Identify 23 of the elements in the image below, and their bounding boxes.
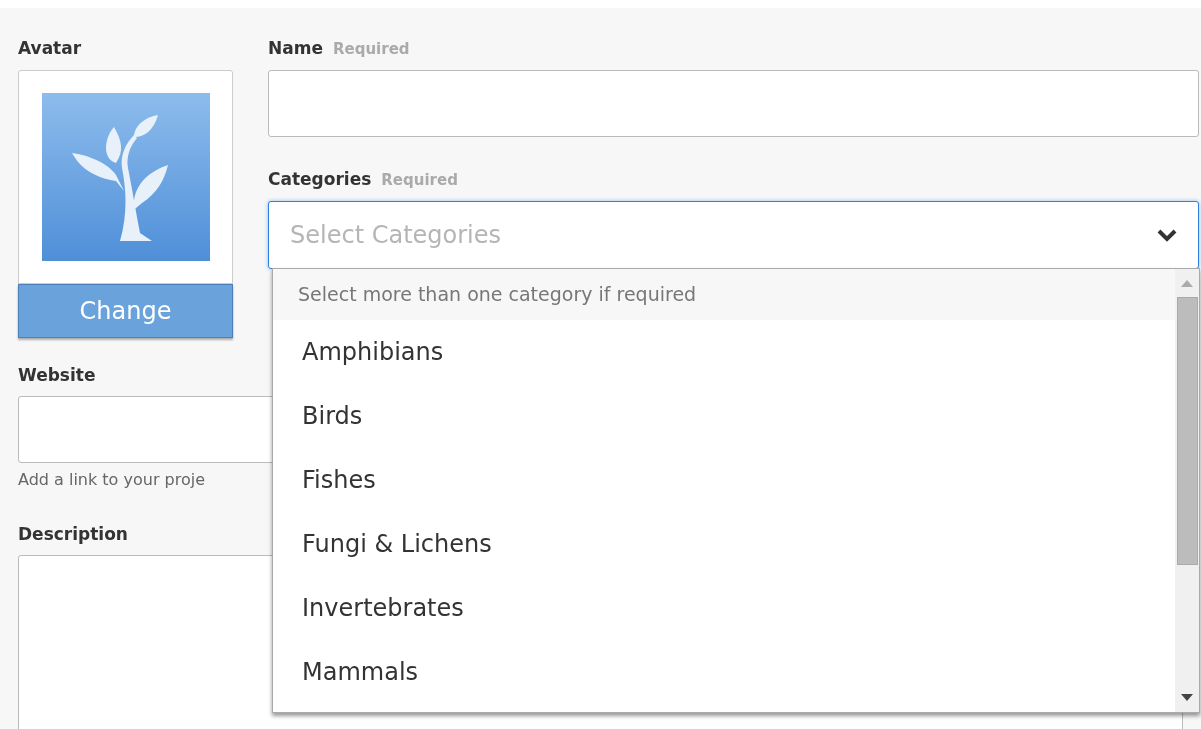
website-hint: Add a link to your proje [18,469,205,491]
field-label: Description [18,523,128,546]
scrollbar[interactable] [1175,269,1199,712]
required-note: Required [332,39,410,60]
category-option[interactable]: Fishes [273,448,1175,512]
category-option[interactable]: Mammals [273,640,1175,704]
category-option[interactable]: Amphibians [273,320,1175,384]
field-label: Website [18,364,96,387]
field-label: Avatar [18,37,82,60]
category-option[interactable]: Birds [273,384,1175,448]
field-label: Name [268,37,323,60]
select-placeholder: Select Categories [290,220,502,251]
field-label: Categories [268,168,372,191]
scrollbar-thumb[interactable] [1176,297,1198,565]
plant-avatar-icon [41,93,210,261]
dropdown-hint: Select more than one category if required [273,269,1175,320]
name-field[interactable] [268,70,1199,137]
chevron-down-icon [1157,228,1177,242]
category-option[interactable]: Fungi & Lichens [273,512,1175,576]
category-option[interactable]: Invertebrates [273,576,1175,640]
scroll-down-icon[interactable] [1181,694,1193,702]
scroll-up-icon[interactable] [1181,279,1193,287]
required-note: Required [381,170,458,191]
